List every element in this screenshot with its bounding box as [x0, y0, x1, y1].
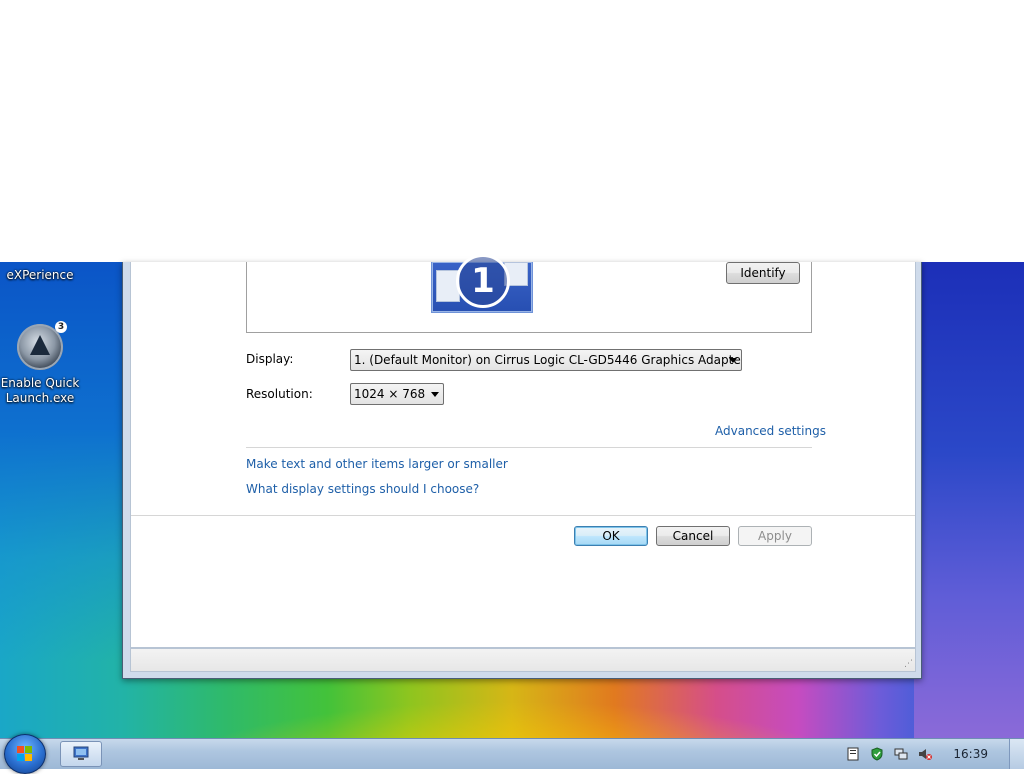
desktop-icon-label: Launch.exe — [5, 391, 75, 405]
window-client-area: 1 Identify Display: 1. (Default Monitor)… — [130, 254, 916, 648]
security-shield-icon[interactable] — [870, 747, 884, 761]
taskbar-clock[interactable]: 16:39 — [953, 747, 988, 761]
action-center-icon[interactable] — [846, 747, 860, 761]
windows-logo-icon — [17, 746, 33, 762]
display-help-link[interactable]: What display settings should I choose? — [246, 482, 479, 496]
identify-button[interactable]: Identify — [726, 262, 800, 284]
text-size-link[interactable]: Make text and other items larger or smal… — [246, 457, 508, 471]
show-desktop-button[interactable] — [1009, 739, 1024, 769]
apply-button[interactable]: Apply — [738, 526, 812, 546]
desktop-icon-enable-quick-launch[interactable]: Enable Quick Launch.exe — [0, 321, 80, 406]
network-icon[interactable] — [894, 747, 908, 761]
chevron-down-icon — [431, 392, 439, 397]
monitor-number-badge: 1 — [456, 254, 510, 308]
resize-grip-icon[interactable]: ⋰ — [904, 660, 913, 669]
status-bar: ⋰ — [130, 648, 916, 672]
screen-resolution-window: 1 Identify Display: 1. (Default Monitor)… — [122, 254, 922, 679]
separator — [246, 447, 812, 448]
ok-button[interactable]: OK — [574, 526, 648, 546]
cancel-button-label: Cancel — [672, 529, 714, 543]
apply-button-label: Apply — [758, 529, 792, 543]
resolution-select[interactable]: 1024 × 768 — [350, 383, 444, 405]
taskbar: 16:39 — [0, 734, 1024, 774]
desktop-icon-experience[interactable]: eXPerience — [0, 268, 80, 283]
resolution-label: Resolution: — [246, 387, 313, 401]
chevron-down-icon — [729, 358, 737, 363]
identify-button-label: Identify — [740, 266, 786, 280]
monitor-1-thumbnail[interactable]: 1 — [431, 254, 533, 313]
display-label: Display: — [246, 352, 294, 366]
display-settings-icon — [73, 746, 89, 760]
resolution-select-value: 1024 × 768 — [354, 387, 426, 401]
cancel-button[interactable]: Cancel — [656, 526, 730, 546]
advanced-settings-link[interactable]: Advanced settings — [715, 424, 826, 438]
display-select-value: 1. (Default Monitor) on Cirrus Logic CL-… — [354, 353, 742, 367]
volume-muted-icon[interactable] — [918, 747, 932, 761]
desktop-icon-label: eXPerience — [6, 268, 74, 282]
ok-button-label: OK — [602, 529, 620, 543]
button-separator — [131, 515, 915, 516]
quick-launch-app-icon — [17, 321, 67, 370]
taskbar-display-settings-button[interactable] — [60, 741, 102, 767]
desktop-icon-label: Enable Quick — [0, 376, 80, 390]
start-button[interactable] — [4, 734, 46, 774]
display-select[interactable]: 1. (Default Monitor) on Cirrus Logic CL-… — [350, 349, 742, 371]
monitor-preview-area: 1 Identify — [246, 254, 812, 333]
